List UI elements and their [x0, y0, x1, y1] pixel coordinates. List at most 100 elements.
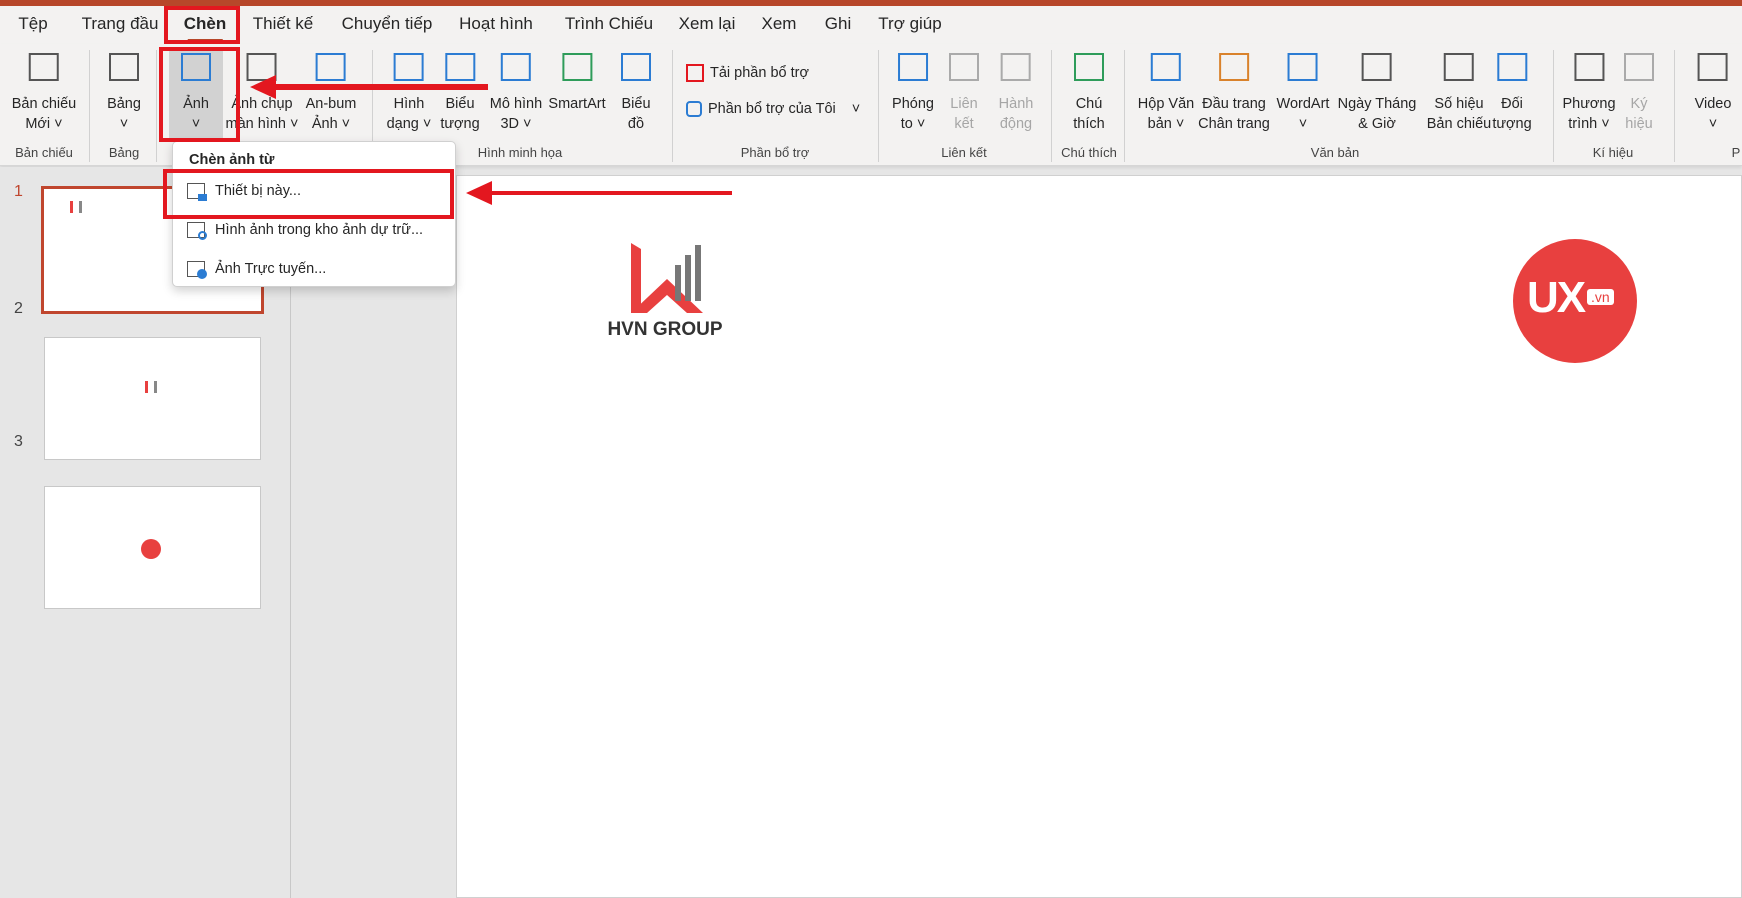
- button-label: ˅: [119, 116, 129, 132]
- button-label: Mới ˅: [25, 116, 63, 132]
- tab-transitions[interactable]: Chuyển tiếp: [342, 14, 433, 34]
- video-icon: [1696, 50, 1730, 84]
- button-label: WordArt: [1276, 96, 1330, 112]
- tab-record[interactable]: Ghi: [825, 14, 851, 34]
- slide-number-button[interactable]: Số hiệu Bản chiếu: [1427, 50, 1491, 134]
- table-icon: [107, 50, 141, 84]
- tab-design[interactable]: Thiết kế: [253, 14, 313, 34]
- ux-logo-mini: [141, 539, 161, 559]
- ux-logo: UX .vn: [1513, 239, 1637, 363]
- chevron-down-icon[interactable]: ˅: [852, 101, 860, 117]
- new-slide-icon: [27, 50, 61, 84]
- button-label: tượng: [1492, 116, 1532, 132]
- button-label: động: [999, 116, 1033, 132]
- picture-button[interactable]: Ảnh ˅: [169, 50, 223, 142]
- smartart-button[interactable]: SmartArt: [548, 50, 606, 114]
- button-label: Hộp Văn: [1137, 96, 1195, 112]
- button-label: dạng ˅: [386, 116, 432, 132]
- group-label: Phần bổ trợ: [740, 145, 810, 160]
- button-label: Hành: [998, 96, 1034, 112]
- new-slide-button[interactable]: Bản chiếu Mới ˅: [12, 50, 76, 134]
- group-label: Chú thích: [1061, 145, 1117, 160]
- tab-animations[interactable]: Hoạt hình: [459, 14, 533, 34]
- insert-picture-dropdown: Chèn ảnh từ Thiết bị này... Hình ảnh tro…: [172, 141, 456, 287]
- button-label: bản ˅: [1147, 116, 1185, 132]
- chart-button[interactable]: Biểu đồ: [619, 50, 653, 134]
- tab-review[interactable]: Xem lại: [679, 14, 736, 34]
- group-label: Liên kết: [941, 145, 987, 160]
- get-addins-button[interactable]: Tải phần bổ trợ: [686, 64, 809, 82]
- hvn-logo-mini: [70, 201, 82, 213]
- tab-help[interactable]: Trợ giúp: [878, 14, 941, 34]
- object-button[interactable]: Đối tượng: [1492, 50, 1532, 134]
- menu-item-this-device[interactable]: Thiết bị này...: [187, 183, 301, 201]
- header-footer-button[interactable]: Đầu trang Chân trang: [1198, 50, 1270, 134]
- button-label: & Giờ: [1358, 116, 1396, 132]
- link-icon: [947, 50, 981, 84]
- button-label: Biểu: [621, 96, 651, 112]
- zoom-button[interactable]: Phóng to ˅: [892, 50, 934, 134]
- date-time-icon: [1360, 50, 1394, 84]
- button-label: tượng: [440, 116, 480, 132]
- hvn-logo: [631, 243, 703, 313]
- wordart-button[interactable]: WordArt ˅: [1276, 50, 1330, 134]
- tab-file[interactable]: Tệp: [18, 14, 47, 34]
- equation-icon: [1572, 50, 1606, 84]
- button-label: màn hình ˅: [225, 116, 299, 132]
- text-box-icon: [1149, 50, 1183, 84]
- group-label: Bảng: [108, 145, 140, 160]
- online-pictures-icon: [187, 261, 207, 279]
- ux-logo-suffix: .vn: [1587, 289, 1614, 305]
- picture-icon: [179, 50, 213, 84]
- slide-thumbnail-3[interactable]: [44, 486, 261, 609]
- table-button[interactable]: Bảng ˅: [107, 50, 141, 134]
- button-label: ˅: [191, 116, 201, 132]
- slide-number: 2: [14, 300, 23, 317]
- tab-home[interactable]: Trang đầu: [82, 14, 159, 34]
- equation-button[interactable]: Phương trình ˅: [1562, 50, 1616, 134]
- chart-icon: [619, 50, 653, 84]
- group-divider: [1124, 50, 1125, 162]
- ux-logo-text: UX: [1527, 273, 1586, 322]
- button-label: kết: [954, 116, 974, 132]
- zoom-icon: [896, 50, 930, 84]
- button-label: SmartArt: [548, 96, 606, 112]
- action-button[interactable]: Hành động: [998, 50, 1034, 134]
- symbol-button[interactable]: Ký hiệu: [1622, 50, 1656, 134]
- menu-item-stock-images[interactable]: Hình ảnh trong kho ảnh dự trữ...: [187, 222, 424, 240]
- button-label: Mô hình: [489, 96, 543, 112]
- text-box-button[interactable]: Hộp Văn bản ˅: [1138, 50, 1194, 134]
- tab-insert[interactable]: Chèn: [184, 14, 226, 42]
- addins-store-icon: [686, 64, 704, 82]
- comment-icon: [1072, 50, 1106, 84]
- button-label: Ảnh ˅: [311, 116, 351, 132]
- group-label: Kí hiệu: [1592, 145, 1634, 160]
- button-label: Chân trang: [1198, 116, 1270, 132]
- group-label: Bản chiếu: [15, 145, 73, 160]
- hvn-logo-text: HVN GROUP: [607, 319, 723, 340]
- menu-item-label: Hình ảnh trong kho ảnh dự trữ...: [215, 222, 424, 238]
- slide-canvas[interactable]: HVN GROUP UX .vn: [456, 175, 1742, 898]
- tab-view[interactable]: Xem: [762, 14, 797, 34]
- tab-slideshow[interactable]: Trình Chiếu: [565, 14, 653, 34]
- 3d-model-button[interactable]: Mô hình 3D ˅: [490, 50, 542, 134]
- button-label: Ngày Tháng: [1337, 96, 1417, 112]
- date-time-button[interactable]: Ngày Tháng & Giờ: [1337, 50, 1417, 134]
- slide-thumbnail-2[interactable]: [44, 337, 261, 460]
- button-label: Video: [1694, 96, 1732, 112]
- button-label: Ảnh: [183, 96, 209, 112]
- stock-images-icon: [187, 222, 207, 240]
- comment-button[interactable]: Chú thích: [1072, 50, 1106, 134]
- group-divider: [89, 50, 90, 162]
- link-button[interactable]: Liên kết: [947, 50, 981, 134]
- my-addins-button[interactable]: Phần bổ trợ của Tôi ˅: [686, 101, 860, 117]
- group-divider: [1051, 50, 1052, 162]
- group-divider: [1553, 50, 1554, 162]
- menu-item-online-pictures[interactable]: Ảnh Trực tuyến...: [187, 261, 327, 279]
- button-label: Bảng: [107, 96, 141, 112]
- video-button[interactable]: Video ˅: [1694, 50, 1732, 134]
- menu-item-label: Ảnh Trực tuyến...: [215, 261, 327, 277]
- button-label: Phương: [1562, 96, 1616, 112]
- 3d-model-icon: [499, 50, 533, 84]
- arrow-annotation-icon: [250, 75, 488, 99]
